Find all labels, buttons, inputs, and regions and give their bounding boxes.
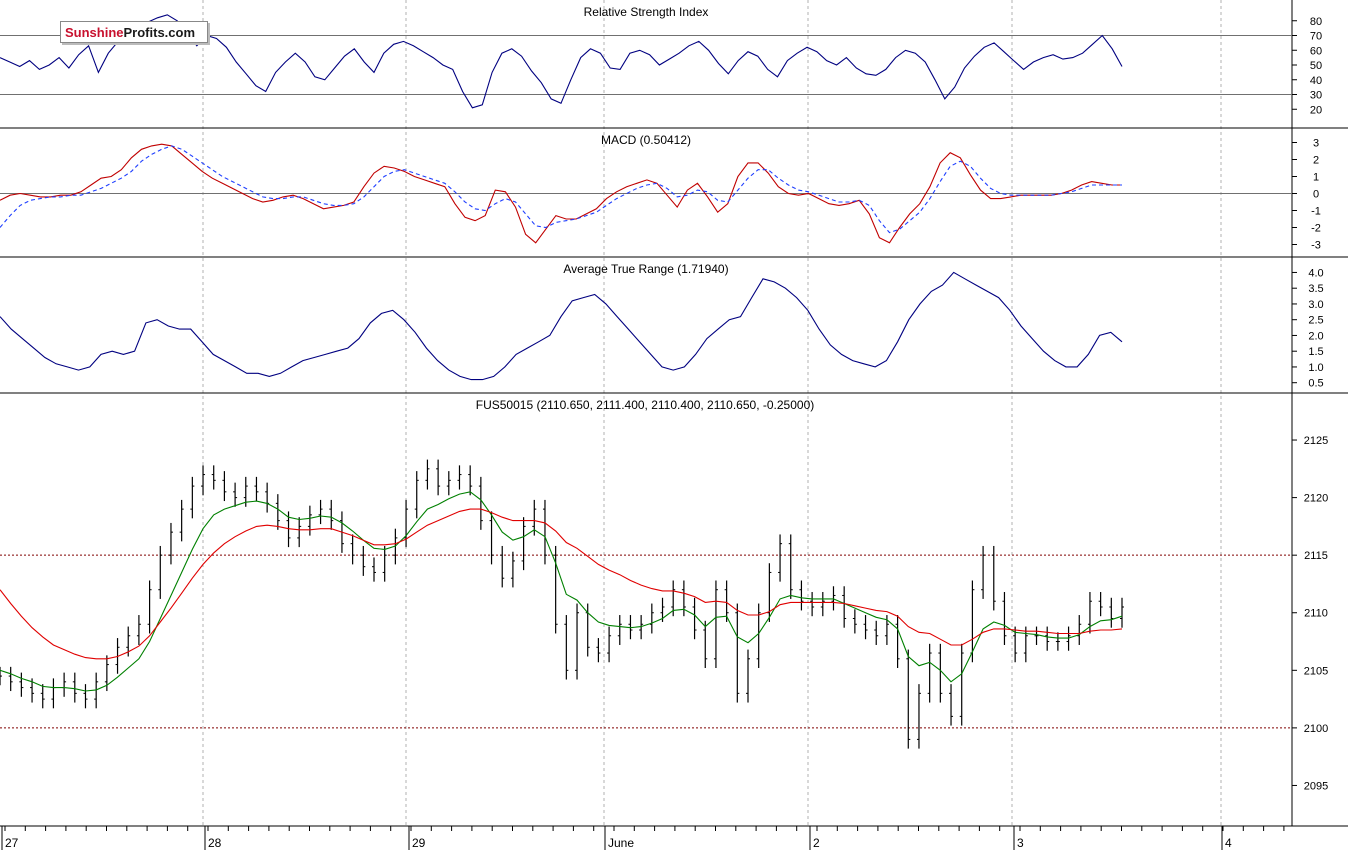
y-tick-label: 4.0 xyxy=(1308,267,1323,279)
y-tick-label: 20 xyxy=(1310,104,1322,116)
x-tick-label: 29 xyxy=(412,836,426,850)
y-tick-label: 2115 xyxy=(1304,550,1328,562)
y-tick-label: -2 xyxy=(1311,223,1321,235)
y-tick-label: 1.0 xyxy=(1308,362,1323,374)
chart-panel: 2095 2100 2105 2110 2115 2120 2125 FUS50015 (21… xyxy=(0,393,1348,827)
y-tick-label: 1.5 xyxy=(1308,346,1323,358)
y-tick-label: 2 xyxy=(1313,155,1319,167)
y-tick-label: 3.5 xyxy=(1308,283,1323,295)
panel-title: MACD (0.50412) xyxy=(601,133,691,147)
series-line xyxy=(0,491,1123,692)
series-line xyxy=(0,271,1123,381)
y-tick-label: 40 xyxy=(1310,75,1322,87)
y-tick-label: 1 xyxy=(1313,172,1319,184)
time-gridlines xyxy=(202,0,1222,826)
y-tick-label: 2120 xyxy=(1304,493,1328,505)
chart-panel: 0.5 1.0 1.5 2.0 2.5 3.0 3.5 4.0 Average True Ran… xyxy=(0,257,1348,394)
chart-panel: 20 30 40 50 60 70 80 Relative Strength Index xyxy=(0,0,1348,129)
logo-part-2: Profits.com xyxy=(123,25,196,40)
x-tick-label: 4 xyxy=(1225,836,1232,850)
y-tick-label: 3 xyxy=(1313,138,1319,150)
y-tick-label: 2.5 xyxy=(1308,315,1323,327)
y-tick-label: 2100 xyxy=(1304,723,1328,735)
stock-chart: 20304050607080Relative Strength Index-3-… xyxy=(0,0,1348,850)
series-line xyxy=(0,508,1123,660)
price-bars xyxy=(0,459,1124,749)
y-tick-label: 60 xyxy=(1310,45,1322,57)
y-tick-label: 30 xyxy=(1310,90,1322,102)
indicator-panels: 20304050607080Relative Strength Index-3-… xyxy=(0,0,1348,827)
brand-logo: SunshineProfits.com xyxy=(60,21,208,43)
y-tick-label: 0.5 xyxy=(1308,378,1323,390)
y-tick-label: -3 xyxy=(1311,240,1321,252)
logo-part-1: Sunshine xyxy=(65,25,124,40)
x-tick-label: 2 xyxy=(813,836,820,850)
panel-title: FUS50015 (2110.650, 2111.400, 2110.400, … xyxy=(476,398,815,412)
chart-panel: -3 -2 -1 0 1 2 3 MACD (0.50412) xyxy=(0,128,1348,258)
y-tick-label: 2095 xyxy=(1304,780,1328,792)
panel-title: Average True Range (1.71940) xyxy=(563,262,728,276)
y-tick-label: -1 xyxy=(1311,206,1321,218)
series-line xyxy=(0,145,1122,234)
x-tick-label: 3 xyxy=(1017,836,1024,850)
y-tick-label: 80 xyxy=(1310,16,1322,28)
y-tick-label: 2.0 xyxy=(1308,330,1323,342)
y-tick-label: 3.0 xyxy=(1308,299,1323,311)
y-tick-label: 0 xyxy=(1313,189,1319,201)
y-tick-label: 2105 xyxy=(1304,665,1328,677)
x-tick-label: June xyxy=(608,836,634,850)
y-tick-label: 50 xyxy=(1310,60,1322,72)
y-tick-label: 2125 xyxy=(1304,435,1328,447)
panel-title: Relative Strength Index xyxy=(584,5,709,19)
x-tick-label: 27 xyxy=(5,836,19,850)
y-tick-label: 2110 xyxy=(1304,608,1328,620)
y-tick-label: 70 xyxy=(1310,31,1322,43)
x-tick-label: 28 xyxy=(208,836,222,850)
x-axis: 27 28 29 June 2 3 4 xyxy=(0,825,1292,850)
